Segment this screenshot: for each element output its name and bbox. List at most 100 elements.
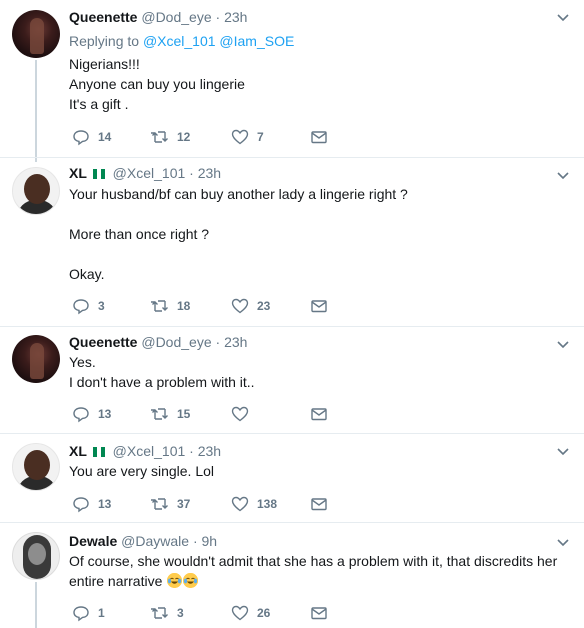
display-name[interactable]: Queenette bbox=[69, 334, 137, 350]
reply-icon bbox=[73, 130, 89, 146]
tweet-header: XL @Xcel_101 · 23h bbox=[69, 164, 221, 182]
mention-link[interactable]: @Iam_SOE bbox=[219, 33, 294, 49]
tweet-1[interactable]: Queenette @Dod_eye · 23h Replying to @Xc… bbox=[0, 0, 584, 162]
like-button[interactable] bbox=[231, 405, 257, 423]
direct-message-button[interactable] bbox=[310, 405, 328, 423]
heart-icon bbox=[231, 605, 249, 621]
user-handle[interactable]: @Xcel_101 bbox=[113, 443, 186, 459]
tweet-5[interactable]: Dewale @Daywale · 9h Of course, she woul… bbox=[0, 523, 584, 628]
user-handle[interactable]: @Dod_eye bbox=[141, 9, 211, 25]
nigeria-flag-emoji bbox=[92, 165, 107, 179]
retweet-button[interactable]: 37 bbox=[151, 495, 190, 513]
reply-count: 14 bbox=[98, 130, 112, 144]
reply-count: 3 bbox=[98, 299, 105, 313]
envelope-icon bbox=[311, 300, 327, 313]
tweet-text: Your husband/bf can buy another lady a l… bbox=[69, 186, 408, 282]
mention-link[interactable]: @Xcel_101 bbox=[143, 33, 216, 49]
retweet-button[interactable]: 3 bbox=[151, 604, 184, 622]
display-name[interactable]: XL bbox=[69, 165, 87, 181]
separator: · bbox=[215, 334, 221, 350]
chevron-down-icon[interactable] bbox=[556, 533, 570, 551]
separator: · bbox=[189, 443, 194, 459]
tweet-actions: 1 3 26 bbox=[69, 604, 389, 622]
retweet-button[interactable]: 15 bbox=[151, 405, 190, 423]
timestamp[interactable]: 23h bbox=[198, 443, 221, 459]
retweet-icon bbox=[151, 607, 168, 619]
reply-count: 13 bbox=[98, 497, 112, 511]
separator: · bbox=[215, 9, 221, 25]
reply-count: 13 bbox=[98, 407, 112, 421]
direct-message-button[interactable] bbox=[310, 128, 328, 146]
retweet-count: 12 bbox=[177, 130, 191, 144]
timestamp[interactable]: 23h bbox=[224, 334, 247, 350]
user-handle[interactable]: @Xcel_101 bbox=[113, 165, 186, 181]
direct-message-button[interactable] bbox=[310, 604, 328, 622]
envelope-icon bbox=[311, 131, 327, 144]
reply-button[interactable]: 14 bbox=[72, 128, 111, 146]
like-button[interactable]: 138 bbox=[231, 495, 277, 513]
avatar[interactable] bbox=[12, 335, 60, 383]
avatar[interactable] bbox=[12, 532, 60, 580]
retweet-icon bbox=[151, 131, 168, 143]
timestamp[interactable]: 23h bbox=[224, 9, 247, 25]
heart-icon bbox=[231, 129, 249, 145]
tweet-actions: 13 15 bbox=[69, 405, 389, 423]
tweet-text: You are very single. Lol bbox=[69, 463, 215, 479]
direct-message-button[interactable] bbox=[310, 297, 328, 315]
like-count: 7 bbox=[257, 130, 264, 144]
chevron-down-icon[interactable] bbox=[556, 335, 570, 353]
reply-icon bbox=[73, 606, 89, 622]
reply-button[interactable]: 3 bbox=[72, 297, 105, 315]
like-count: 138 bbox=[257, 497, 278, 511]
envelope-icon bbox=[311, 498, 327, 511]
tweet-text-body: Of course, she wouldn't admit that she h… bbox=[69, 553, 558, 589]
reply-button[interactable]: 13 bbox=[72, 405, 111, 423]
tweet-header: XL @Xcel_101 · 23h bbox=[69, 442, 221, 460]
like-count: 23 bbox=[257, 299, 271, 313]
user-handle[interactable]: @Dod_eye bbox=[141, 334, 211, 350]
heart-icon bbox=[231, 298, 249, 314]
tweet-3[interactable]: Queenette @Dod_eye · 23h Yes. I don't ha… bbox=[0, 327, 584, 435]
avatar[interactable] bbox=[12, 10, 60, 58]
retweet-button[interactable]: 12 bbox=[151, 128, 190, 146]
retweet-button[interactable]: 18 bbox=[151, 297, 190, 315]
direct-message-button[interactable] bbox=[310, 495, 328, 513]
reply-button[interactable]: 1 bbox=[72, 604, 105, 622]
avatar[interactable] bbox=[12, 443, 60, 491]
tweet-actions: 14 12 7 bbox=[69, 128, 389, 146]
user-handle[interactable]: @Daywale bbox=[121, 533, 189, 549]
reply-icon bbox=[73, 299, 89, 315]
avatar[interactable] bbox=[12, 167, 60, 215]
retweet-count: 3 bbox=[177, 606, 184, 620]
tweet-4[interactable]: XL @Xcel_101 · 23h You are very single. … bbox=[0, 434, 584, 524]
tweet-text: Nigerians!!! Anyone can buy you lingerie… bbox=[69, 56, 245, 112]
timestamp[interactable]: 23h bbox=[198, 165, 221, 181]
tweet-header: Queenette @Dod_eye · 23h bbox=[69, 8, 247, 26]
chevron-down-icon[interactable] bbox=[556, 442, 570, 460]
heart-icon bbox=[231, 406, 249, 422]
retweet-count: 15 bbox=[177, 407, 191, 421]
heart-icon bbox=[231, 496, 249, 512]
timestamp[interactable]: 9h bbox=[202, 533, 218, 549]
tweet-text: Yes. I don't have a problem with it.. bbox=[69, 354, 255, 390]
chevron-down-icon[interactable] bbox=[556, 166, 570, 184]
reply-button[interactable]: 13 bbox=[72, 495, 111, 513]
display-name[interactable]: Queenette bbox=[69, 9, 137, 25]
thread-line bbox=[35, 60, 37, 162]
tweet-header: Queenette @Dod_eye · 23h bbox=[69, 333, 247, 351]
display-name[interactable]: XL bbox=[69, 443, 87, 459]
tweet-2[interactable]: XL @Xcel_101 · 23h Your husband/bf can b… bbox=[0, 158, 584, 328]
retweet-icon bbox=[151, 498, 168, 510]
tweet-header: Dewale @Daywale · 9h bbox=[69, 532, 217, 550]
retweet-icon bbox=[151, 300, 168, 312]
reply-count: 1 bbox=[98, 606, 105, 620]
tweet-text: Of course, she wouldn't admit that she h… bbox=[69, 551, 569, 591]
like-button[interactable]: 23 bbox=[231, 297, 270, 315]
envelope-icon bbox=[311, 607, 327, 620]
like-button[interactable]: 7 bbox=[231, 128, 264, 146]
chevron-down-icon[interactable] bbox=[556, 8, 570, 26]
reply-icon bbox=[73, 497, 89, 513]
display-name[interactable]: Dewale bbox=[69, 533, 117, 549]
like-button[interactable]: 26 bbox=[231, 604, 270, 622]
replying-label: Replying to bbox=[69, 33, 140, 49]
